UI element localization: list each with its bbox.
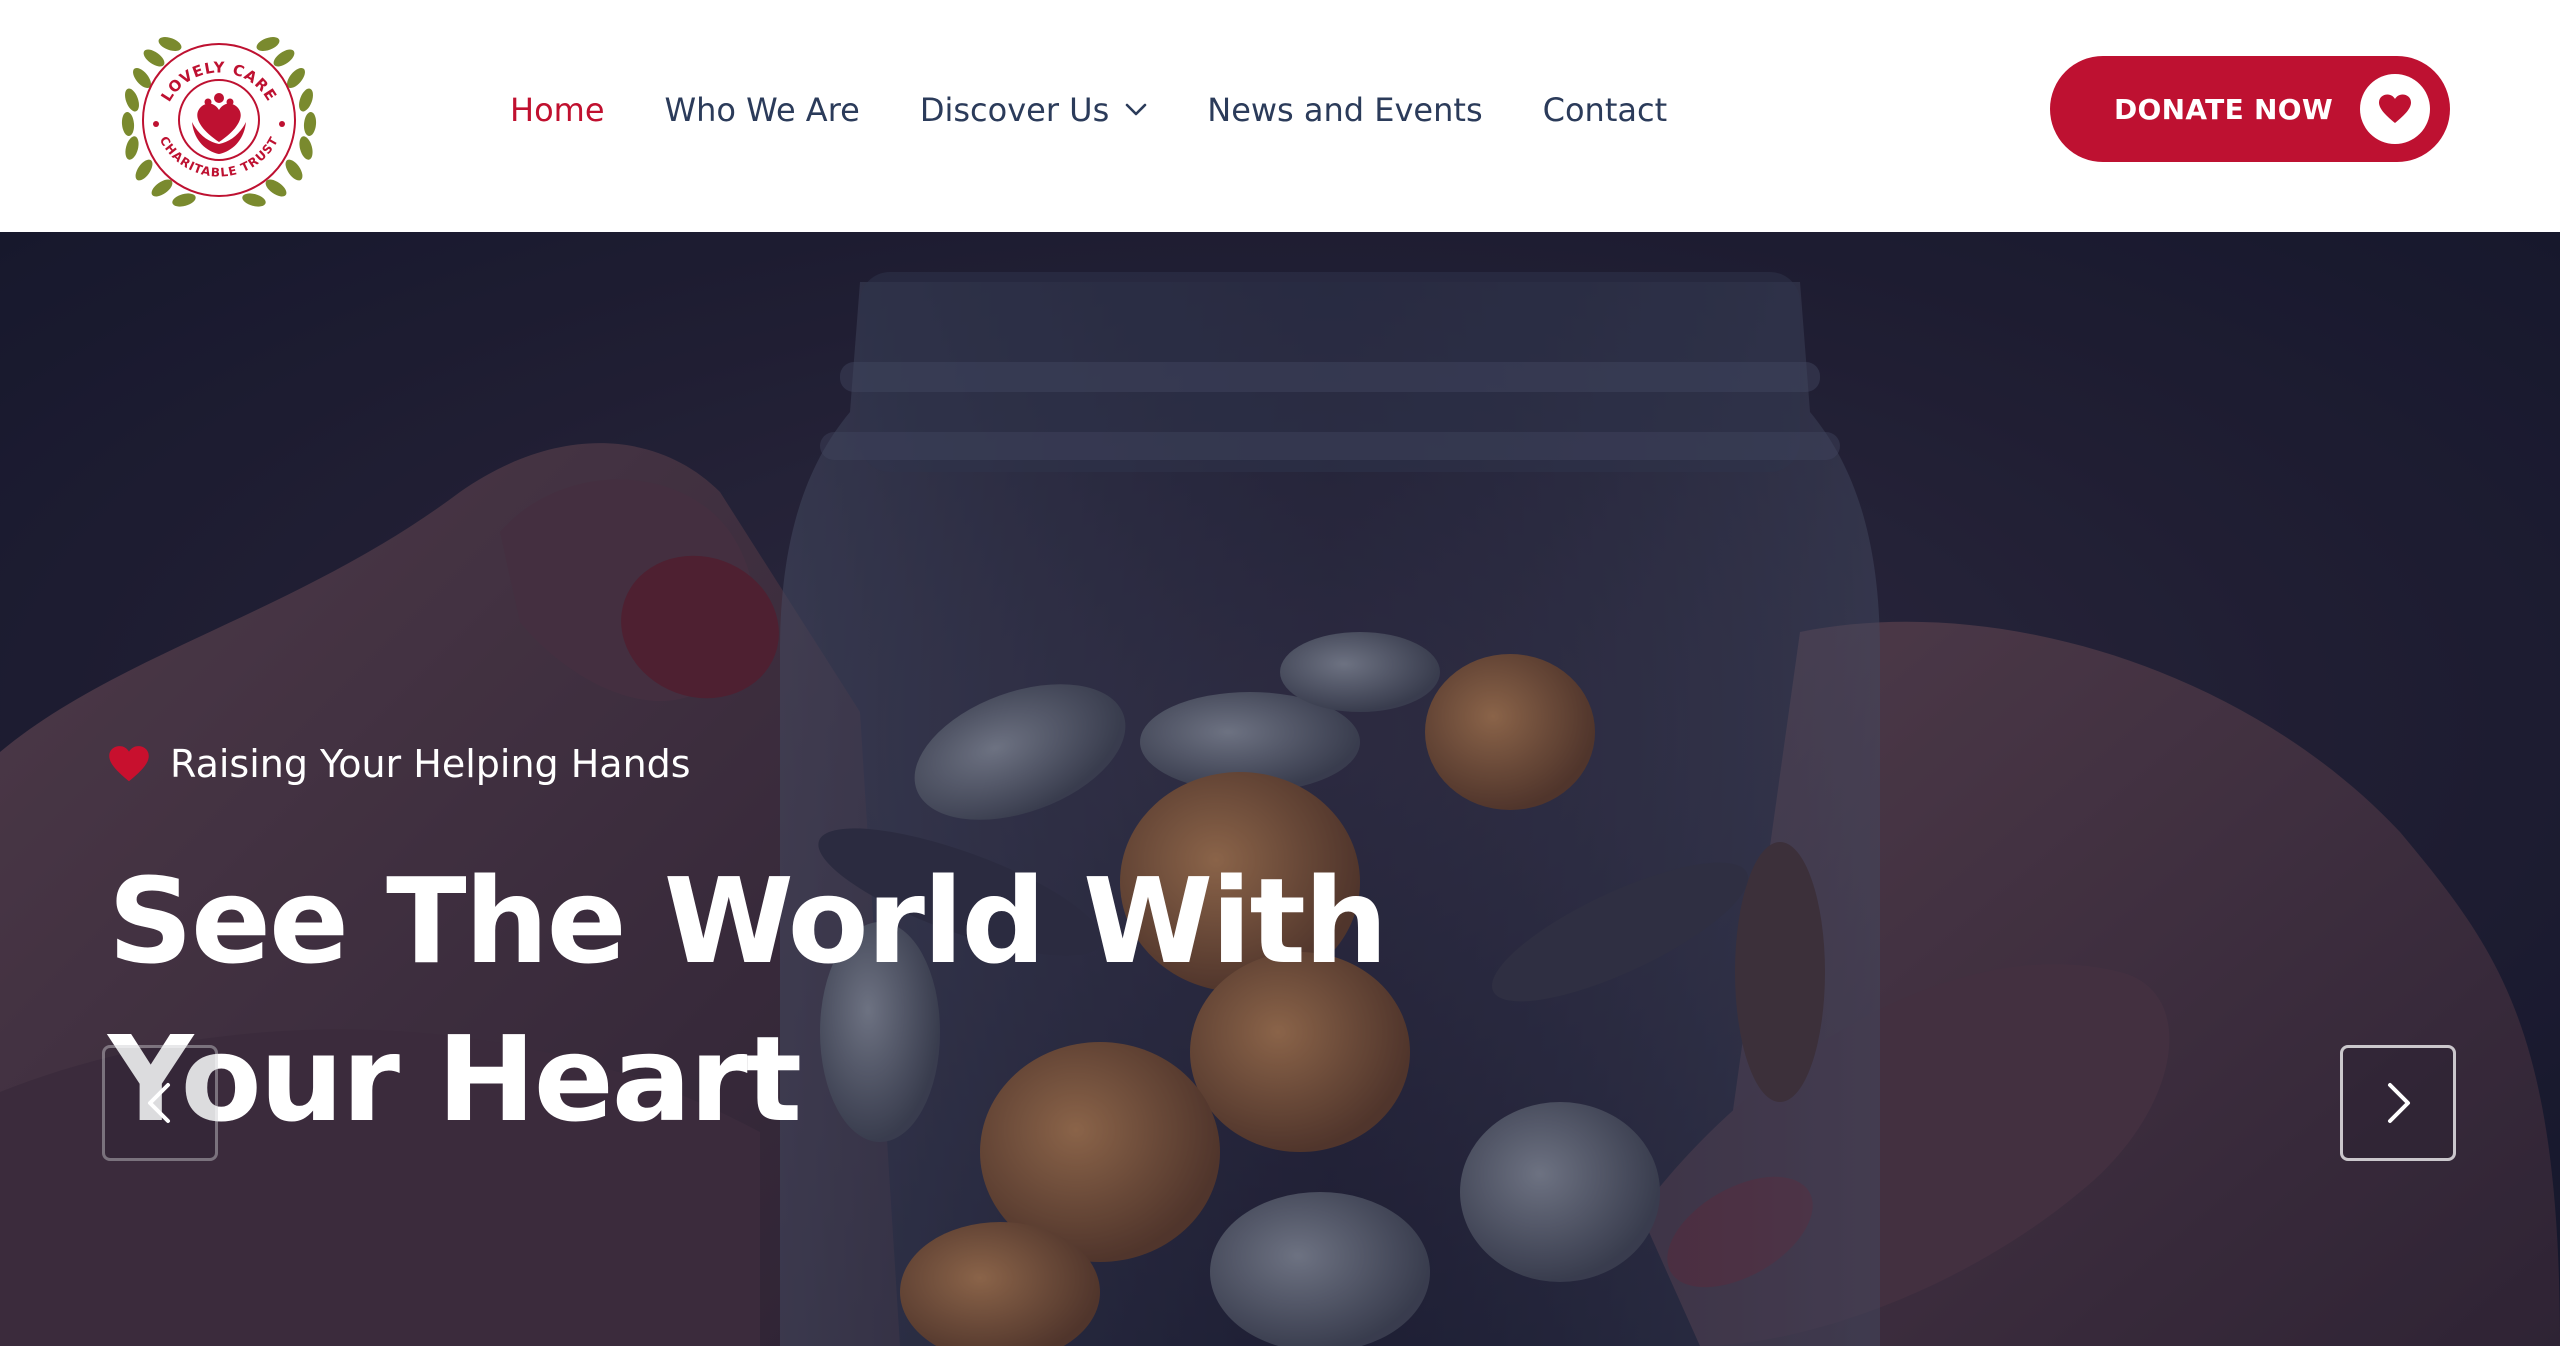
chevron-left-icon [148, 1083, 170, 1123]
nav-item-label: Who We Are [664, 91, 860, 129]
slider-prev-button[interactable] [102, 1045, 218, 1161]
nav-item-who-we-are[interactable]: Who We Are [665, 91, 860, 129]
hero-slider: Raising Your Helping Hands See The World… [0, 232, 2560, 1346]
nav-item-label: Contact [1542, 91, 1668, 129]
hero-background-image [0, 232, 2560, 1346]
site-logo[interactable]: LOVELY CARE CHARITABLE TRUST [112, 18, 326, 212]
nav-item-label: News and Events [1207, 91, 1483, 129]
heart-icon [2379, 94, 2411, 123]
nav-item-home[interactable]: Home [510, 91, 605, 129]
hero-tagline-text: Raising Your Helping Hands [170, 742, 691, 786]
hero-title-line1: See The World With [108, 852, 1388, 990]
chevron-down-icon [1125, 103, 1147, 116]
donate-now-button[interactable]: DONATE NOW [2050, 56, 2450, 162]
site-header: LOVELY CARE CHARITABLE TRUST Home Who We… [0, 0, 2560, 232]
nav-item-label: Home [510, 91, 605, 129]
hero-tagline: Raising Your Helping Hands [108, 742, 691, 786]
donate-heart-badge [2360, 74, 2430, 144]
nav-item-label: Discover Us [919, 91, 1110, 129]
main-nav: Home Who We Are Discover Us News and Eve… [510, 80, 1727, 140]
nav-item-news-and-events[interactable]: News and Events [1207, 91, 1482, 129]
heart-icon [109, 746, 149, 782]
chevron-right-icon [2388, 1083, 2410, 1123]
donate-label: DONATE NOW [2114, 92, 2334, 126]
hands-heart-logo-icon: LOVELY CARE CHARITABLE TRUST [121, 34, 318, 209]
nav-item-discover-us[interactable]: Discover Us [920, 91, 1147, 129]
hero-title: See The World With Your Heart [108, 842, 1428, 1158]
slider-next-button[interactable] [2340, 1045, 2456, 1161]
nav-item-contact[interactable]: Contact [1543, 91, 1668, 129]
